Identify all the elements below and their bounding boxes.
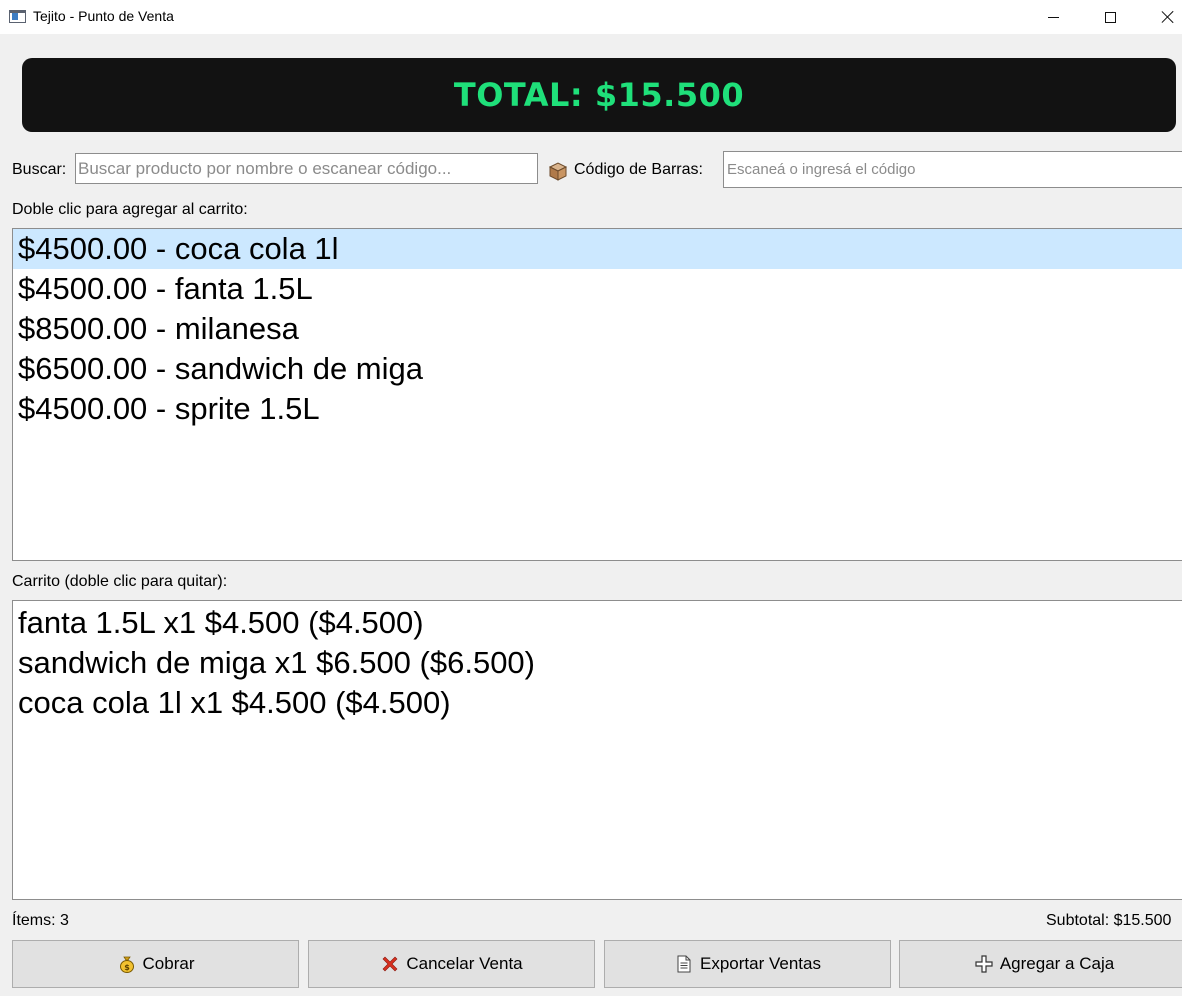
product-item[interactable]: $4500.00 - coca cola 1l: [13, 229, 1182, 269]
cart-item[interactable]: fanta 1.5L x1 $4.500 ($4.500): [13, 603, 1182, 643]
products-hint: Doble clic para agregar al carrito:: [12, 201, 248, 218]
cart-item[interactable]: sandwich de miga x1 $6.500 ($6.500): [13, 643, 1182, 683]
barcode-label: Código de Barras:: [574, 161, 703, 178]
close-button[interactable]: [1145, 0, 1182, 34]
product-item[interactable]: $8500.00 - milanesa: [13, 309, 1182, 349]
cart-hint: Carrito (doble clic para quitar):: [12, 573, 228, 590]
add-to-register-button[interactable]: Agregar a Caja: [899, 940, 1182, 988]
barcode-input[interactable]: [723, 151, 1182, 188]
svg-text:$: $: [124, 963, 130, 972]
product-item[interactable]: $6500.00 - sandwich de miga: [13, 349, 1182, 389]
app-icon: [9, 10, 26, 23]
plus-icon: [975, 955, 993, 973]
export-sales-button[interactable]: Exportar Ventas: [604, 940, 891, 988]
window-title: Tejito - Punto de Venta: [33, 8, 174, 24]
pos-window: Tejito - Punto de Venta TOTAL: $15.500 B…: [0, 0, 1182, 996]
product-item[interactable]: $4500.00 - fanta 1.5L: [13, 269, 1182, 309]
product-list[interactable]: $4500.00 - coca cola 1l $4500.00 - fanta…: [12, 228, 1182, 561]
cobrar-label: Cobrar: [142, 954, 195, 973]
export-sales-label: Exportar Ventas: [700, 954, 821, 973]
cross-mark-icon: [382, 956, 398, 972]
add-to-register-label: Agregar a Caja: [999, 954, 1115, 973]
cancel-sale-button[interactable]: Cancelar Venta: [308, 940, 595, 988]
minimize-button[interactable]: [1030, 0, 1076, 34]
cart-item[interactable]: coca cola 1l x1 $4.500 ($4.500): [13, 683, 1182, 723]
product-item[interactable]: $4500.00 - sprite 1.5L: [13, 389, 1182, 429]
money-bag-icon: $: [119, 956, 134, 973]
total-banner: TOTAL: $15.500: [22, 58, 1176, 132]
cobrar-button[interactable]: $ Cobrar: [12, 940, 299, 988]
items-count: Ítems: 3: [12, 912, 69, 929]
close-icon: [1161, 10, 1175, 24]
maximize-button[interactable]: [1087, 0, 1133, 34]
total-amount: TOTAL: $15.500: [453, 76, 745, 114]
box-icon: [548, 162, 568, 181]
document-icon: [677, 955, 691, 973]
cancel-sale-label: Cancelar Venta: [406, 954, 523, 973]
subtotal: Subtotal: $15.500: [1046, 912, 1172, 929]
title-bar: Tejito - Punto de Venta: [0, 0, 1182, 34]
maximize-icon: [1104, 11, 1116, 23]
search-input[interactable]: [75, 153, 538, 184]
cart-list[interactable]: fanta 1.5L x1 $4.500 ($4.500) sandwich d…: [12, 600, 1182, 900]
search-label: Buscar:: [12, 161, 67, 178]
minimize-icon: [1047, 16, 1059, 18]
